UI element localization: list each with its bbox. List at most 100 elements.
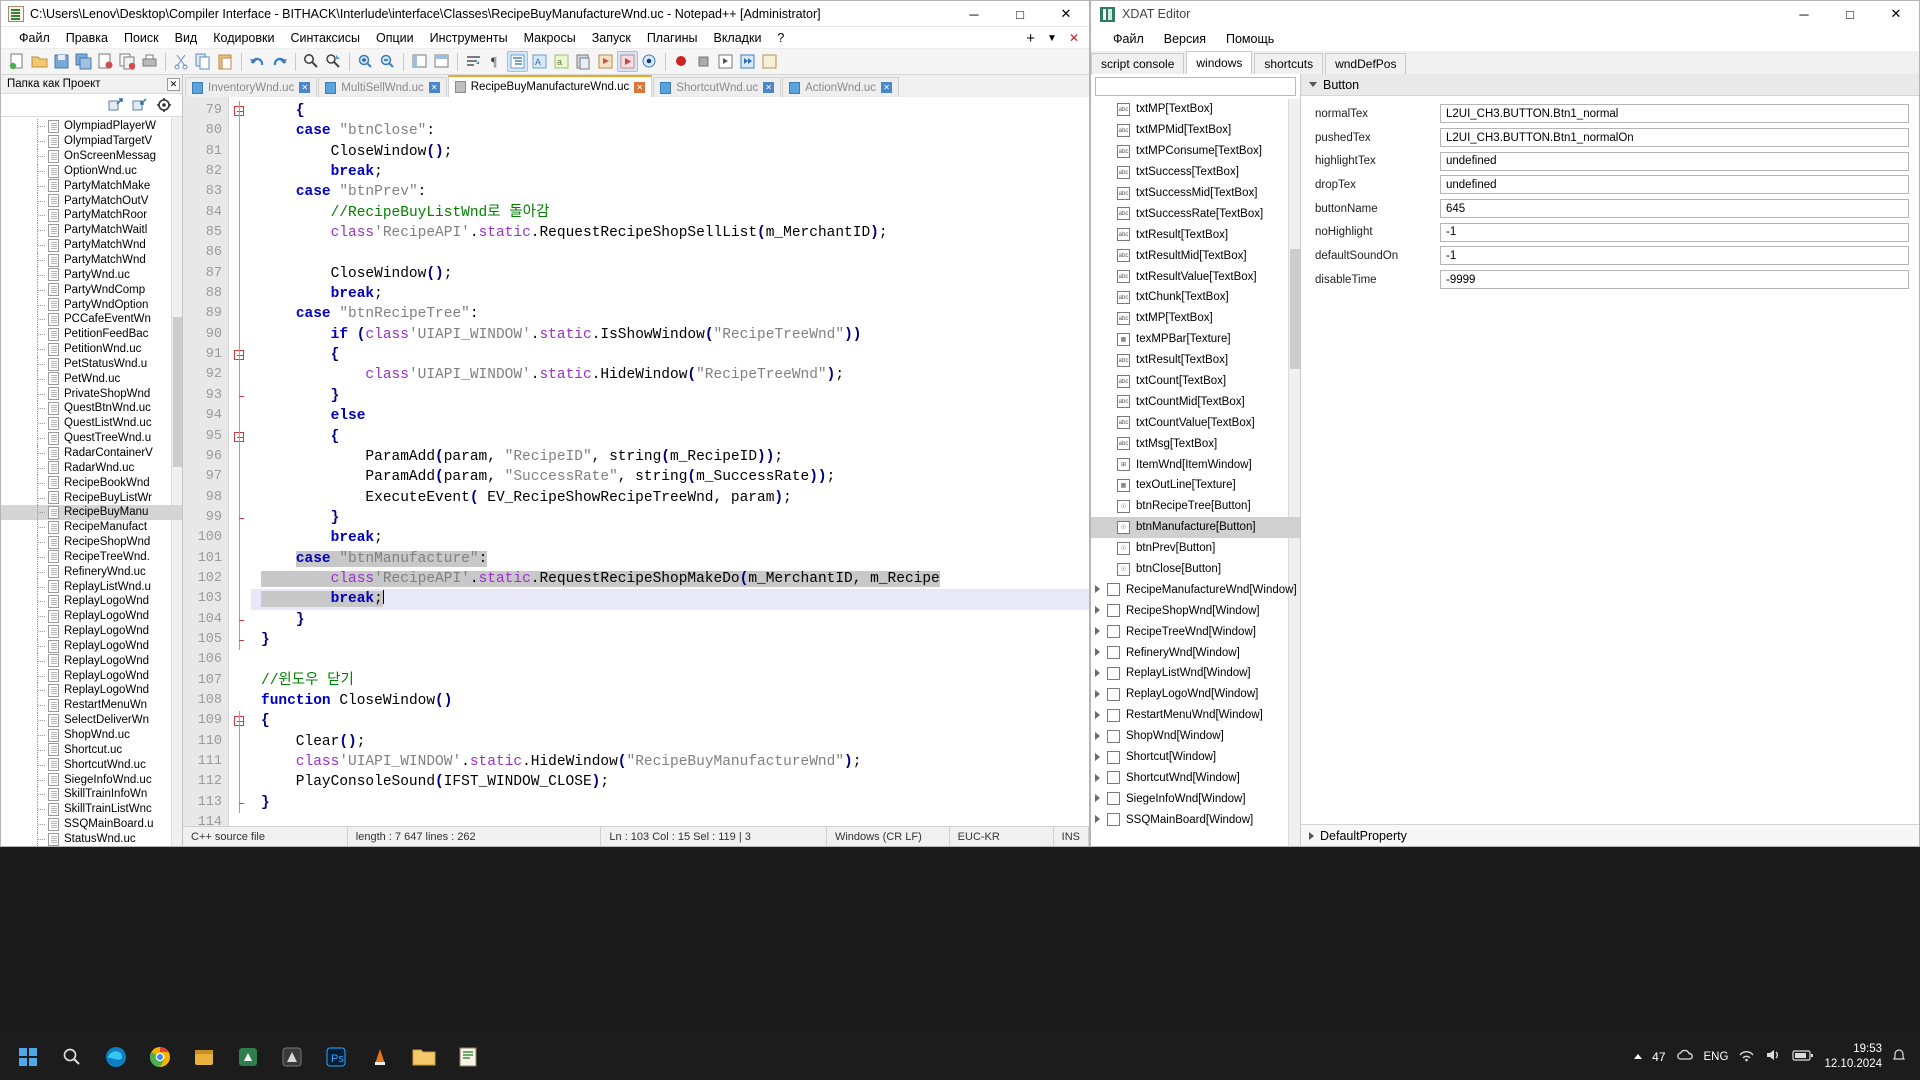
xdat-tree-item[interactable]: RecipeManufactureWnd[Window] — [1091, 579, 1300, 600]
fold-marker[interactable] — [229, 324, 251, 346]
tab-close-icon[interactable]: ✕ — [634, 81, 646, 93]
project-file-item[interactable]: OlympiadPlayerW — [1, 119, 182, 134]
app-icon-1[interactable] — [226, 1037, 270, 1077]
code-line[interactable]: case "btnManufacture": — [251, 549, 1089, 569]
code-line[interactable]: } — [251, 630, 1089, 650]
project-file-item[interactable]: RecipeManufact — [1, 519, 182, 535]
maximize-icon[interactable]: □ — [1827, 1, 1873, 27]
editor-tab-2[interactable]: RecipeBuyManufactureWnd.uc ✕ — [447, 75, 653, 97]
project-file-item[interactable]: PCCafeEventWn — [1, 311, 182, 327]
code-line[interactable]: CloseWindow(); — [251, 264, 1089, 284]
fold-marker[interactable] — [229, 467, 251, 488]
code-line[interactable]: break; — [251, 528, 1089, 548]
project-file-item[interactable]: ShortcutWnd.uc — [1, 757, 182, 773]
fold-marker[interactable] — [229, 691, 251, 711]
xdat-tree-item[interactable]: abc txtResultValue[TextBox] — [1091, 266, 1300, 287]
locate-current-file-icon[interactable] — [156, 97, 172, 113]
code-line[interactable]: ExecuteEvent( EV_RecipeShowRecipeTreeWnd… — [251, 488, 1089, 508]
project-file-item[interactable]: RecipeBuyManu — [1, 504, 182, 520]
project-file-item[interactable]: RefineryWnd.uc — [1, 564, 182, 580]
code-line[interactable]: PlayConsoleSound(IFST_WINDOW_CLOSE); — [251, 772, 1089, 792]
code-line[interactable]: case "btnRecipeTree": — [251, 304, 1089, 324]
project-file-item[interactable]: PartyMatchMake — [1, 178, 182, 194]
xdat-tree-item[interactable]: ShortcutWnd[Window] — [1091, 768, 1300, 789]
fold-marker[interactable] — [229, 304, 251, 325]
fold-marker[interactable] — [229, 223, 251, 244]
property-value-field[interactable]: undefined — [1440, 151, 1909, 171]
project-file-item[interactable]: ShopWnd.uc — [1, 727, 182, 743]
code-line[interactable]: class'UIAPI_WINDOW'.static.HideWindow("R… — [251, 752, 1089, 772]
project-file-item[interactable]: QuestTreeWnd.u — [1, 430, 182, 446]
fold-marker[interactable] — [229, 365, 251, 386]
fold-marker[interactable] — [229, 772, 251, 793]
doc-list-button[interactable]: ▼ — [1047, 33, 1057, 44]
chevron-right-icon[interactable] — [1095, 794, 1100, 803]
code-line[interactable] — [251, 813, 1089, 826]
xdat-menu-item-1[interactable]: Версия — [1154, 29, 1216, 49]
project-file-item[interactable]: PetWnd.uc — [1, 371, 182, 387]
editor-tab-4[interactable]: ActionWnd.uc ✕ — [782, 77, 900, 97]
menu-item-8[interactable]: Макросы — [516, 29, 584, 47]
new-doc-button[interactable]: + — [1026, 30, 1035, 47]
xdat-tree-item[interactable]: ShopWnd[Window] — [1091, 726, 1300, 747]
close-file-icon[interactable] — [95, 51, 116, 72]
project-file-item[interactable]: SiegeInfoWnd.uc — [1, 772, 182, 787]
code-line[interactable]: ParamAdd(param, "RecipeID", string(m_Rec… — [251, 447, 1089, 467]
start-icon[interactable] — [6, 1037, 50, 1077]
xdat-element-tree[interactable]: abc txtMP[TextBox] abc txtMPMid[TextBox] abc… — [1091, 99, 1300, 846]
preview-icon[interactable] — [639, 51, 660, 72]
save-icon[interactable] — [51, 51, 72, 72]
xdat-tree-item[interactable]: SSQMainBoard[Window] — [1091, 809, 1300, 830]
close-all-files-icon[interactable] — [117, 51, 138, 72]
project-file-item[interactable]: PartyMatchWaitl — [1, 222, 182, 238]
code-line[interactable]: if (class'UIAPI_WINDOW'.static.IsShowWin… — [251, 325, 1089, 345]
run-macro-icon[interactable] — [617, 51, 638, 72]
xdat-tab-windows[interactable]: windows — [1186, 51, 1253, 74]
chevron-right-icon[interactable] — [1095, 669, 1100, 678]
replace-icon[interactable] — [323, 51, 344, 72]
menu-item-0[interactable]: Файл — [11, 29, 58, 47]
menu-item-4[interactable]: Кодировки — [205, 29, 282, 47]
menu-item-10[interactable]: Плагины — [639, 29, 706, 47]
project-file-item[interactable]: OnScreenMessag — [1, 148, 182, 164]
photoshop-icon[interactable]: Ps — [314, 1037, 358, 1077]
volume-icon[interactable] — [1765, 1048, 1782, 1065]
fold-marker[interactable] — [229, 202, 251, 224]
fold-marker[interactable] — [229, 121, 251, 142]
project-file-item[interactable]: SSQMainBoard.u — [1, 816, 182, 832]
tab-close-icon[interactable]: ✕ — [763, 82, 775, 93]
property-group-header[interactable]: Button — [1301, 74, 1919, 96]
chevron-right-icon[interactable] — [1095, 710, 1100, 719]
project-file-item[interactable]: RestartMenuWn — [1, 697, 182, 713]
project-file-item[interactable]: PartyWndOption — [1, 297, 182, 312]
property-value-field[interactable]: undefined — [1440, 175, 1909, 195]
fold-marker[interactable] — [229, 589, 251, 610]
chrome-icon[interactable] — [138, 1037, 182, 1077]
chevron-right-icon[interactable] — [1095, 585, 1100, 594]
menu-item-7[interactable]: Инструменты — [422, 29, 516, 47]
close-icon[interactable]: ✕ — [1873, 1, 1919, 27]
chevron-right-icon[interactable] — [1095, 773, 1100, 782]
fold-marker[interactable] — [229, 528, 251, 549]
menu-item-9[interactable]: Запуск — [584, 29, 639, 47]
chevron-right-icon[interactable] — [1095, 752, 1100, 761]
project-file-item[interactable]: RecipeBookWnd — [1, 475, 182, 491]
chevron-right-icon[interactable] — [1095, 627, 1100, 636]
code-view[interactable]: 79 80 81 82 83 84 85 86 87 88 89 90 91 92 93 94 95 96 97 98… — [183, 97, 1089, 826]
xdat-tree-item[interactable]: ▦ texOutLine[Texture] — [1091, 475, 1300, 496]
code-line[interactable]: //RecipeBuyListWnd로 돌아감 — [251, 203, 1089, 223]
project-file-item[interactable]: RadarContainerV — [1, 445, 182, 461]
editor-tab-0[interactable]: InventoryWnd.uc ✕ — [185, 77, 318, 97]
chevron-right-icon[interactable] — [1095, 606, 1100, 615]
minimize-icon[interactable]: ─ — [951, 1, 997, 27]
project-file-item[interactable]: ReplayLogoWnd — [1, 683, 182, 698]
menu-item-5[interactable]: Синтаксисы — [282, 29, 368, 47]
fold-marker[interactable] — [229, 792, 251, 814]
fold-marker[interactable] — [229, 182, 251, 203]
code-line[interactable]: { — [251, 345, 1089, 365]
panel-close-icon[interactable]: ✕ — [167, 77, 180, 91]
play-multiple-icon[interactable] — [737, 51, 758, 72]
project-file-item[interactable]: ReplayLogoWnd — [1, 623, 182, 639]
project-file-item[interactable]: OlympiadTargetV — [1, 133, 182, 149]
project-file-item[interactable]: PartyWndComp — [1, 282, 182, 298]
